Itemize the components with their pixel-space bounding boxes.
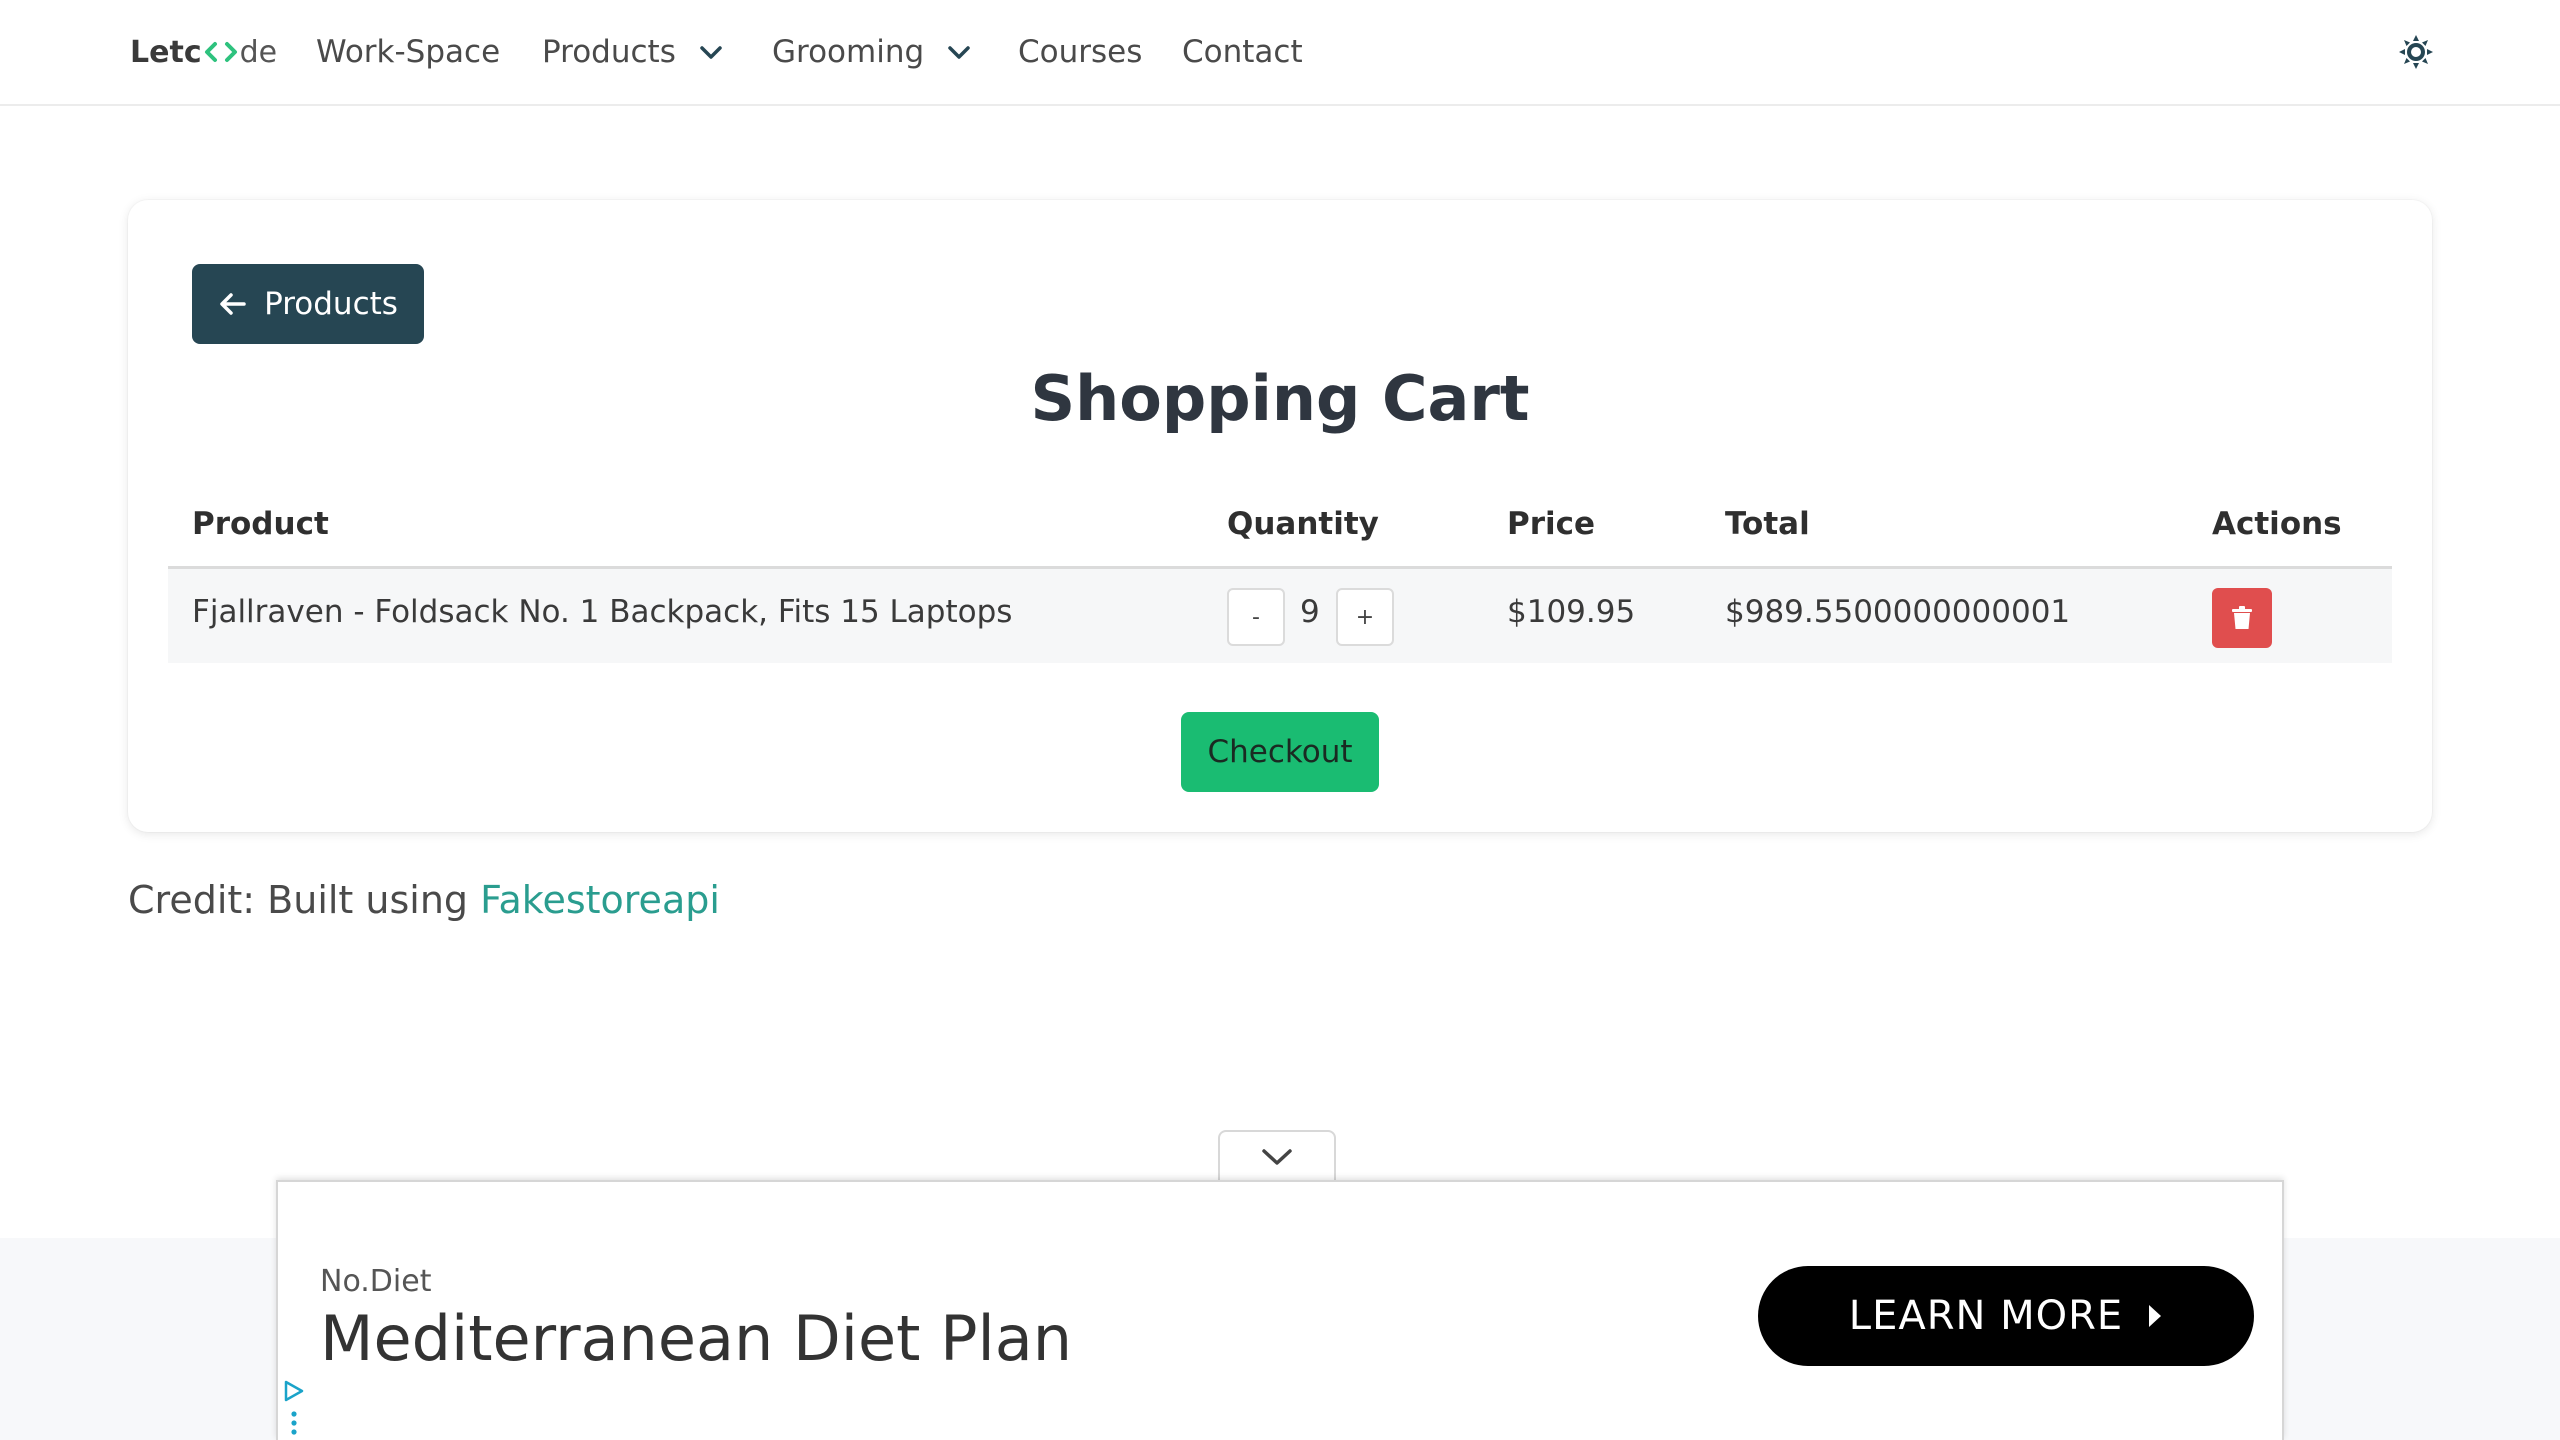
fakestoreapi-link[interactable]: Fakestoreapi xyxy=(480,878,720,922)
ad-headline: Mediterranean Diet Plan xyxy=(320,1302,1073,1375)
nav-courses[interactable]: Courses xyxy=(1018,30,1142,74)
chevron-down-icon xyxy=(700,46,722,59)
theme-toggle-sun-icon[interactable] xyxy=(2398,34,2434,70)
trash-icon xyxy=(2232,606,2252,629)
column-header-quantity: Quantity xyxy=(1227,506,1379,542)
column-header-product: Product xyxy=(192,506,329,542)
column-header-actions: Actions xyxy=(2212,506,2342,542)
nav-work-space[interactable]: Work-Space xyxy=(316,30,500,74)
credit-line: Credit: Built using Fakestoreapi xyxy=(128,878,720,922)
ad-banner[interactable]: No.Diet Mediterranean Diet Plan LEARN MO… xyxy=(276,1180,2284,1440)
quantity-value: 9 xyxy=(1300,594,1320,630)
credit-text: Credit: Built using xyxy=(128,878,481,922)
nav-label: Products xyxy=(542,34,676,70)
ad-collapse-toggle[interactable] xyxy=(1218,1130,1336,1182)
nav-label: Grooming xyxy=(772,34,925,70)
page-title: Shopping Cart xyxy=(1030,362,1530,435)
top-navbar: Let c de Work-Space Products Grooming Cou… xyxy=(0,0,2560,106)
checkout-button[interactable]: Checkout xyxy=(1181,712,1379,792)
nav-label: Work-Space xyxy=(316,34,501,70)
ad-choices-icon[interactable] xyxy=(282,1378,306,1440)
product-name: Fjallraven - Foldsack No. 1 Backpack, Fi… xyxy=(192,594,1013,630)
ad-cta-label: LEARN MORE xyxy=(1848,1293,2124,1339)
cart-card: Products Shopping Cart Product Quantity … xyxy=(128,200,2432,832)
column-header-price: Price xyxy=(1507,506,1596,542)
back-button-label: Products xyxy=(264,286,398,322)
column-header-total: Total xyxy=(1725,506,1810,542)
nav-label: Contact xyxy=(1182,34,1303,70)
increment-quantity-button[interactable]: + xyxy=(1336,588,1394,646)
delete-item-button[interactable] xyxy=(2212,588,2272,648)
nav-products-dropdown[interactable]: Products xyxy=(542,30,726,74)
brand-suffix: de xyxy=(239,34,278,70)
back-to-products-button[interactable]: Products xyxy=(192,264,424,344)
play-triangle-icon xyxy=(2149,1305,2162,1327)
nav-label: Courses xyxy=(1018,34,1143,70)
decrement-quantity-button[interactable]: - xyxy=(1227,588,1285,646)
nav-contact[interactable]: Contact xyxy=(1182,30,1303,74)
chevron-down-icon xyxy=(948,46,970,59)
brand-prefix: Let xyxy=(130,34,184,70)
nav-grooming-dropdown[interactable]: Grooming xyxy=(772,30,974,74)
arrow-left-icon xyxy=(220,293,246,315)
ad-learn-more-button[interactable]: LEARN MORE xyxy=(1758,1266,2254,1366)
brand-logo[interactable]: Let c de xyxy=(130,30,277,74)
ad-advertiser: No.Diet xyxy=(320,1264,432,1299)
code-brackets-icon xyxy=(204,42,237,62)
line-total: $989.5500000000001 xyxy=(1725,594,2071,630)
unit-price: $109.95 xyxy=(1507,594,1636,630)
brand-c: c xyxy=(183,34,202,70)
chevron-down-icon xyxy=(1262,1149,1292,1165)
